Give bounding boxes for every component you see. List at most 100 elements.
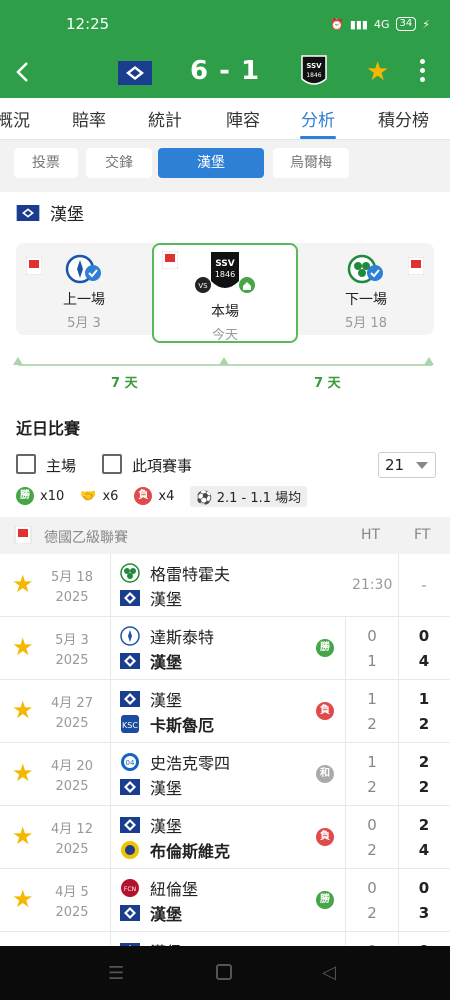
battery-icon: 34 [395, 17, 417, 31]
tab-standings[interactable]: 積分榜 [378, 106, 429, 131]
favorite-star-icon[interactable]: ★ [366, 58, 389, 86]
svg-text:1846: 1846 [215, 270, 235, 279]
subtab-ulm[interactable]: 烏爾梅 [273, 148, 349, 178]
favorite-star-icon[interactable]: ★ [12, 635, 34, 659]
away-team: 漢堡 [120, 776, 182, 798]
darmstadt-lily-icon [65, 254, 101, 284]
match-header: 6 - 1 SSV 1846 ★ [0, 48, 450, 98]
hamburg-flag-icon [120, 653, 140, 669]
karlsruhe-crest-icon: KSC [121, 715, 139, 733]
hamburg-flag-icon [120, 817, 140, 833]
ht-score-1: 0 [367, 879, 377, 897]
ft-score-2: 2 [418, 778, 430, 796]
nurnberg-crest-icon: FCN [121, 879, 139, 897]
status-bar: 12:25 ⏰ ▮▮▮ 4G 34 ⚡ [0, 0, 450, 48]
favorite-star-icon[interactable]: ★ [12, 761, 34, 785]
svg-text:SSV: SSV [306, 62, 322, 70]
favorite-star-icon[interactable]: ★ [12, 887, 34, 911]
chevron-down-icon [416, 462, 428, 469]
tab-odds[interactable]: 賠率 [72, 106, 106, 131]
hamburg-flag-icon [16, 204, 40, 221]
svg-text:1846: 1846 [306, 72, 321, 79]
main-tabs: 概況 賠率 統計 陣容 分析 積分榜 [0, 98, 450, 140]
previous-match-card[interactable]: 上一場 5月 3 [24, 253, 144, 331]
match-row[interactable]: ★ 5月 3 2025 達斯泰特 漢堡 勝 0 1 0 4 [0, 617, 450, 680]
ft-score-1: 2 [418, 816, 430, 834]
hamburg-flag-icon [120, 590, 140, 606]
ht-score-1: 1 [367, 690, 377, 708]
record-summary: 勝 x10 🤝 x6 負 x4 ⚽ 2.1 - 1.1 場均 [16, 485, 308, 507]
match-count-value: 21 [385, 456, 405, 474]
tab-stats[interactable]: 統計 [148, 106, 182, 131]
team-heading: 漢堡 [16, 200, 84, 225]
match-list: ★ 5月 18 2025 格雷特霍夫 漢堡 21:30- ★ 5月 3 2025 達斯泰特 漢堡勝 0… [0, 554, 450, 952]
days-after: 7 天 [314, 376, 341, 391]
subtab-hamburg[interactable]: 漢堡 [158, 148, 264, 178]
svg-text:FCN: FCN [124, 886, 136, 893]
lose-badge: 負 [134, 487, 153, 505]
ht-score-1: 0 [367, 816, 377, 834]
favorite-star-icon[interactable]: ★ [12, 824, 34, 848]
next-date: 5月 18 [345, 316, 387, 331]
match-row[interactable]: ★ 4月 12 2025 漢堡 布倫斯維克 負 0 2 2 4 [0, 806, 450, 869]
timeline-marker [424, 357, 434, 365]
greuther-furth-clover-icon [120, 563, 140, 583]
timeline-marker [13, 357, 23, 365]
away-team-name: 漢堡 [150, 779, 183, 798]
divider [345, 680, 346, 743]
league-name: 德國乙級聯賽 [44, 530, 128, 546]
home-only-checkbox[interactable] [16, 454, 36, 474]
match-row[interactable]: ★ 4月 27 2025 漢堡 KSC 卡斯魯厄 負 1 2 1 2 [0, 680, 450, 743]
tab-analysis[interactable]: 分析 [301, 106, 335, 131]
home-team-name: 達斯泰特 [150, 628, 215, 647]
timeline-marker [219, 357, 229, 365]
win-count: x10 [40, 488, 65, 504]
menu-icon[interactable]: ☰ [108, 963, 124, 984]
home-icon[interactable] [216, 964, 232, 980]
favorite-star-icon[interactable]: ★ [12, 698, 34, 722]
away-team-name: 漢堡 [150, 653, 183, 672]
current-match-card[interactable]: SSV 1846 VS 本場 今天 [152, 243, 298, 343]
ft-score-1: 2 [418, 753, 430, 771]
more-options-icon[interactable] [420, 59, 426, 87]
tab-overview[interactable]: 概況 [0, 106, 30, 131]
match-row[interactable]: ★ 5月 18 2025 格雷特霍夫 漢堡 21:30 - [0, 554, 450, 617]
same-competition-checkbox[interactable] [102, 454, 122, 474]
result-badge: 負 [316, 828, 334, 846]
draw-count: x6 [102, 488, 119, 504]
match-count-select[interactable]: 21 [378, 452, 436, 478]
ht-score-2: 1 [367, 652, 377, 670]
divider [398, 680, 399, 743]
prev-label: 上一場 [63, 292, 105, 308]
away-team-name: 漢堡 [150, 905, 183, 924]
match-day: 5月 3 [55, 633, 89, 648]
charging-icon: ⚡ [422, 17, 430, 31]
greuther-furth-clover-icon [347, 254, 383, 284]
loss-count: x4 [158, 488, 175, 504]
ft-score-2: 4 [418, 841, 430, 859]
handshake-icon: 🤝 [80, 488, 97, 504]
back-nav-icon[interactable]: ◁ [322, 962, 336, 983]
subtab-head-to-head[interactable]: 交鋒 [86, 148, 152, 178]
match-row[interactable]: ★ 4月 5 2025 FCN 紐倫堡 漢堡 勝 0 2 0 3 [0, 869, 450, 932]
signal-icon: ▮▮▮ [349, 17, 368, 31]
favorite-star-icon[interactable]: ★ [12, 572, 34, 596]
divider [345, 869, 346, 932]
same-competition-label[interactable]: 此項賽事 [132, 455, 192, 476]
match-year: 2025 [55, 842, 89, 857]
match-row[interactable]: ★ 4月 20 2025 04 史浩克零四 漢堡 和 1 2 2 2 [0, 743, 450, 806]
avg-goals: 2.1 - 1.1 場均 [216, 490, 302, 506]
hamburg-flag-icon [120, 905, 140, 921]
ssv-ulm-crest-icon[interactable]: SSV 1846 [300, 55, 328, 89]
ft-score-2: 2 [418, 715, 430, 733]
ft-score-1: 0 [418, 627, 430, 645]
match-date: 5月 3 2025 [42, 631, 102, 671]
subtab-vote[interactable]: 投票 [14, 148, 78, 178]
active-tab-indicator [300, 136, 336, 139]
home-only-label[interactable]: 主場 [46, 455, 76, 476]
away-team-name: 布倫斯維克 [150, 842, 231, 861]
ft-score-2: 3 [418, 904, 430, 922]
home-team-name: 史浩克零四 [150, 754, 231, 773]
tab-lineup[interactable]: 陣容 [226, 106, 260, 131]
divider [345, 617, 346, 680]
